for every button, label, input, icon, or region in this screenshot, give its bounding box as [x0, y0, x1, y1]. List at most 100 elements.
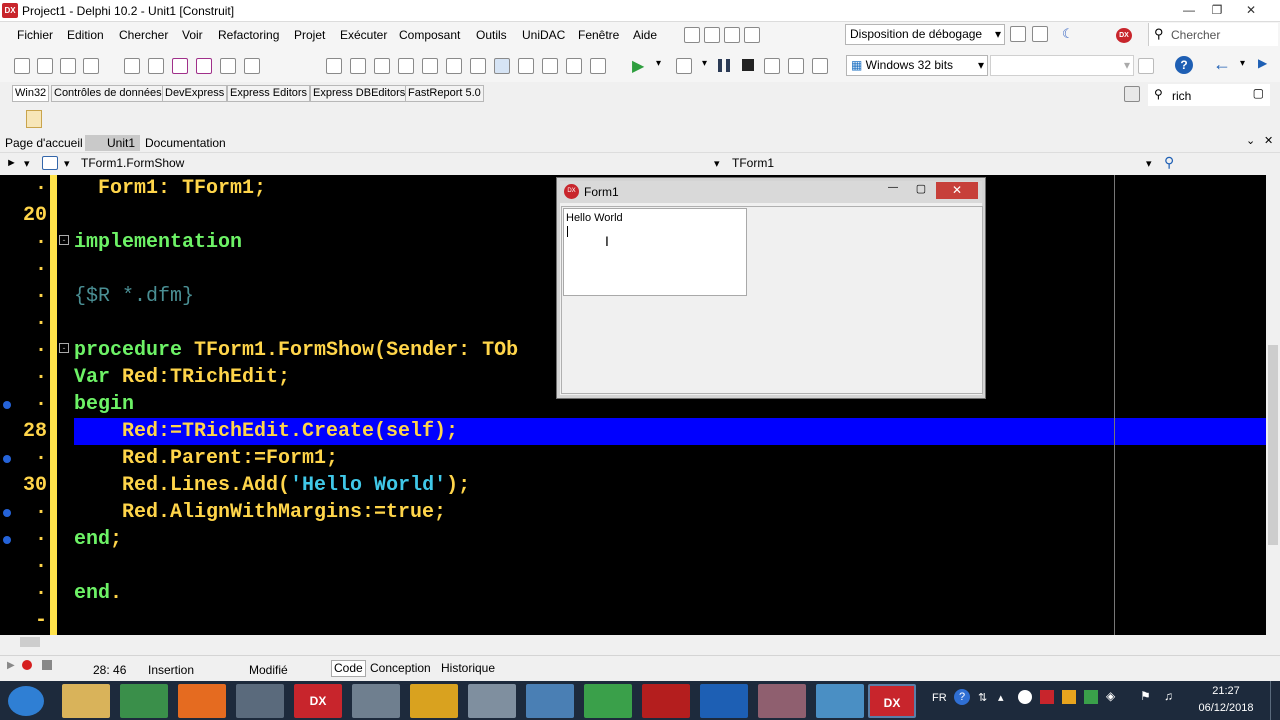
clock-time[interactable]: 21:27 [1196, 685, 1256, 697]
align-bottom-icon[interactable] [422, 58, 438, 74]
code-line[interactable]: end. [74, 580, 122, 607]
editor-horizontal-scrollbar[interactable] [0, 635, 1266, 649]
paint-icon[interactable] [468, 684, 516, 718]
nav-dropdown-icon[interactable]: ▾ [24, 157, 30, 170]
save-all-icon[interactable] [196, 58, 212, 74]
menu-projet[interactable]: Projet [294, 28, 325, 42]
back-arrow-icon[interactable]: ← [1213, 54, 1231, 75]
tab-design[interactable]: Conception [370, 661, 431, 675]
scrollbar-thumb[interactable] [1268, 345, 1278, 545]
menu-outils[interactable]: Outils [476, 28, 507, 42]
palette-search-box[interactable]: ⚲ rich ▢ [1148, 84, 1270, 106]
help-icon[interactable]: ? [1175, 56, 1193, 74]
code-line[interactable]: Red.Lines.Add('Hello World'); [74, 472, 470, 499]
android-icon[interactable] [584, 684, 632, 718]
calendar-icon[interactable] [704, 27, 720, 43]
form1-close-button[interactable]: ✕ [936, 182, 978, 199]
tab-unit1[interactable]: Unit1 [85, 135, 140, 151]
breakpoint-dot-icon[interactable] [3, 509, 11, 517]
scale-icon[interactable] [542, 58, 558, 74]
class-selector[interactable]: TForm1 [732, 156, 774, 170]
align-right-icon[interactable] [374, 58, 390, 74]
close-button[interactable]: ✕ [1238, 1, 1264, 19]
export-icon[interactable] [744, 27, 760, 43]
menu-unidac[interactable]: UniDAC [522, 28, 565, 42]
palette-tab-express-dbeditors[interactable]: Express DBEditors [310, 85, 409, 102]
open-items-icon[interactable] [148, 58, 164, 74]
firefox-icon[interactable] [178, 684, 226, 718]
tray-arrow-icon[interactable]: ⇅ [978, 691, 987, 704]
show-hidden-icon[interactable]: ▴ [998, 691, 1004, 704]
pause-icon[interactable] [718, 59, 730, 72]
breakpoint-dot-icon[interactable] [3, 455, 11, 463]
run-without-debug-icon[interactable] [676, 58, 692, 74]
back-dropdown-icon[interactable]: ▾ [1240, 58, 1245, 69]
align-vert-center-icon[interactable] [446, 58, 462, 74]
forward-arrow-icon[interactable]: ▶ [1258, 56, 1267, 70]
start-button[interactable] [8, 686, 44, 716]
record-macro-icon[interactable] [22, 660, 32, 670]
platform-select[interactable]: ▦ Windows 32 bits ▾ [846, 55, 988, 76]
play-macro-icon[interactable]: ▶ [7, 660, 15, 671]
creation-order-icon[interactable] [590, 58, 606, 74]
menu-edition[interactable]: Edition [67, 28, 104, 42]
tab-history[interactable]: Historique [441, 661, 495, 675]
display-icon[interactable] [816, 684, 864, 718]
fold-minus-icon[interactable]: - [59, 343, 69, 353]
form1-taskbar-icon[interactable]: DX [868, 684, 916, 718]
layout-select[interactable]: Disposition de débogage ▾ [845, 24, 1005, 45]
nav-back-icon[interactable]: ► [6, 157, 17, 169]
menu-voir[interactable]: Voir [182, 28, 203, 42]
clock-date[interactable]: 06/12/2018 [1196, 702, 1256, 714]
menu-refactoring[interactable]: Refactoring [218, 28, 279, 42]
code-line[interactable]: implementation [74, 229, 242, 256]
align-top-icon[interactable] [398, 58, 414, 74]
grid-icon[interactable] [494, 58, 510, 74]
ide-search-box[interactable]: ⚲ Chercher [1148, 23, 1278, 46]
code-line[interactable]: Form1: TForm1; [74, 175, 266, 202]
layout-icon[interactable] [1032, 26, 1048, 42]
stop-icon[interactable] [742, 59, 754, 71]
palette-pointer-icon[interactable] [1124, 86, 1140, 102]
code-line[interactable]: end; [74, 526, 122, 553]
rad-icon[interactable] [642, 684, 690, 718]
tray-app3-icon[interactable] [1084, 690, 1098, 704]
open-icon[interactable] [37, 58, 53, 74]
breakpoint-dot-icon[interactable] [3, 536, 11, 544]
remove-from-project-icon[interactable] [244, 58, 260, 74]
maximize-button[interactable]: ❐ [1204, 1, 1230, 19]
show-desktop-button[interactable] [1270, 681, 1280, 720]
code-line[interactable]: Var Red:TRichEdit; [74, 364, 290, 391]
size-icon[interactable] [518, 58, 534, 74]
tab-dropdown-icon[interactable]: ⌄ [1246, 134, 1255, 147]
save-layout-icon[interactable] [1010, 26, 1026, 42]
palette-tab-devexpress[interactable]: DevExpress [162, 85, 228, 102]
code-line[interactable]: {$R *.dfm} [74, 283, 194, 310]
code-line[interactable]: Red.AlignWithMargins:=true; [74, 499, 446, 526]
tray-app2-icon[interactable] [1062, 690, 1076, 704]
outlook-icon[interactable] [700, 684, 748, 718]
moon-icon[interactable]: ☾ [1062, 26, 1074, 42]
help-icon[interactable]: ? [954, 689, 970, 705]
add-to-project-icon[interactable] [220, 58, 236, 74]
menu-aide[interactable]: Aide [633, 28, 657, 42]
tray-app-icon[interactable] [1040, 690, 1054, 704]
nav-dropdown-icon-2[interactable]: ▾ [64, 157, 70, 170]
fold-minus-icon[interactable]: - [59, 235, 69, 245]
tab-welcome-page[interactable]: Page d'accueil [5, 136, 83, 150]
rich-edit[interactable]: Hello World I [563, 208, 747, 296]
form1-maximize-button[interactable]: ▢ [908, 182, 934, 199]
form1-window[interactable]: DX Form1 — ▢ ✕ Hello World I [556, 177, 986, 399]
run-options-dropdown-icon[interactable]: ▾ [702, 58, 707, 69]
tray-circle-icon[interactable] [1018, 690, 1032, 704]
tools-icon[interactable] [236, 684, 284, 718]
menu-fichier[interactable]: Fichier [17, 28, 53, 42]
tool-icon[interactable] [758, 684, 806, 718]
mail-icon[interactable] [684, 27, 700, 43]
save-icon[interactable] [172, 58, 188, 74]
method-selector[interactable]: TForm1.FormShow [81, 156, 184, 170]
align-left-icon[interactable] [326, 58, 342, 74]
trace-into-icon[interactable] [788, 58, 804, 74]
minimize-button[interactable]: — [1176, 1, 1202, 19]
run-to-cursor-icon[interactable] [812, 58, 828, 74]
